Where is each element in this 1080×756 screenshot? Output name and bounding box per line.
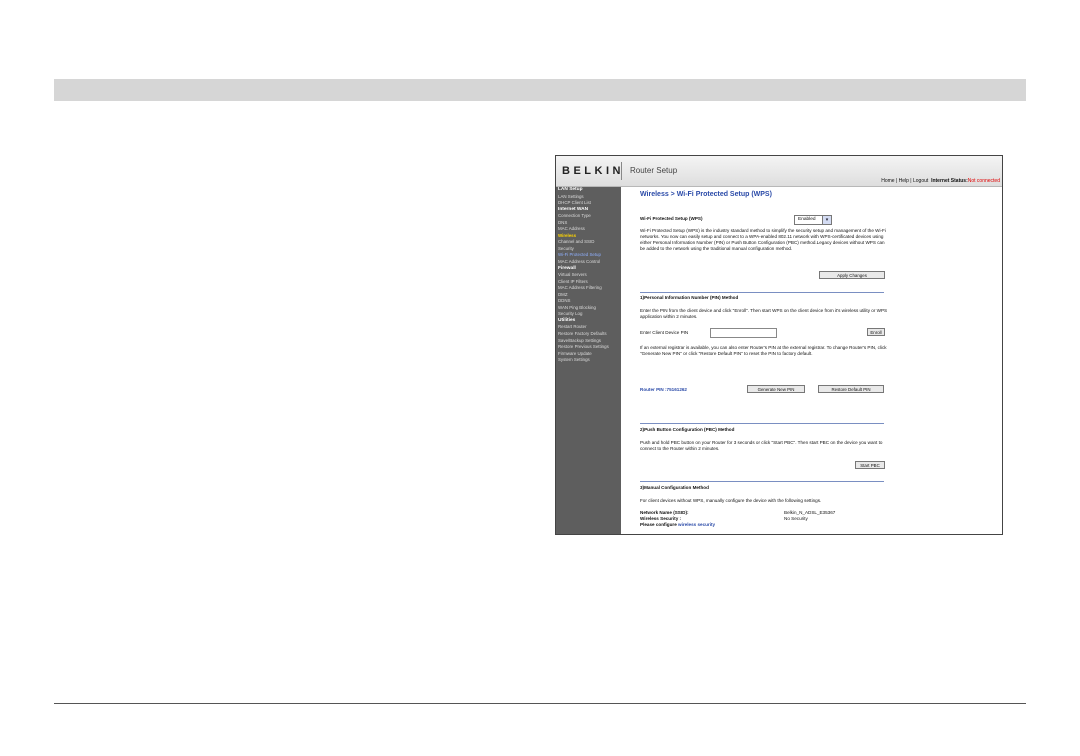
wps-label: Wi-Fi Protected Setup (WPS) (640, 216, 703, 221)
product-name: Router Setup (630, 166, 678, 175)
wps-select-value: Enabled (798, 217, 816, 222)
divider (640, 292, 884, 293)
client-pin-input[interactable] (710, 328, 777, 338)
wps-select[interactable]: Enabled ▾ (794, 215, 832, 225)
divider (640, 481, 884, 482)
security-value: No Security (784, 516, 808, 521)
pbc-section-title: 2)Push Button Configuration (PBC) Method (640, 427, 735, 432)
internet-status-label: Internet Status: (931, 178, 968, 184)
enroll-button[interactable]: Enroll (867, 328, 885, 336)
pin-description: Enter the PIN from the client device and… (640, 308, 888, 319)
wps-description: Wi-Fi Protected Setup (WPS) is the indus… (640, 228, 886, 251)
generate-new-pin-button[interactable]: Generate New PIN (747, 385, 805, 393)
wireless-security-link[interactable]: wireless security (678, 522, 715, 527)
router-pin: Router PIN :75161262 (640, 387, 687, 392)
home-link[interactable]: Home (881, 178, 894, 184)
manual-description: For client devices without WPS, manually… (640, 498, 822, 503)
pin-section-title: 1)Personal Information Number (PIN) Meth… (640, 295, 739, 300)
registrar-description: If an external registrar is available, y… (640, 345, 887, 356)
client-pin-label: Enter Client Device PIN (640, 330, 689, 335)
internet-status-value: Not connected (967, 178, 1000, 184)
sidebar-nav: LAN Setup LAN Settings DHCP Client List Int… (556, 187, 621, 534)
router-screenshot: BELKIN Router Setup Home | Help | Logout… (555, 155, 1003, 535)
sidebar-item[interactable]: System Settings (556, 357, 621, 364)
router-pin-value: 75161262 (666, 387, 687, 392)
pbc-description: Push and hold PBC button on your Router … (640, 440, 883, 451)
help-link[interactable]: Help (899, 178, 909, 184)
divider (640, 423, 884, 424)
page-header-bar (54, 79, 1026, 101)
restore-default-pin-button[interactable]: Restore Default PIN (818, 385, 884, 393)
page-title: Wireless > Wi-Fi Protected Setup (WPS) (640, 191, 772, 198)
top-links: Home | Help | Logout Internet Status:Not… (881, 178, 1000, 184)
router-header: BELKIN Router Setup Home | Help | Logout… (556, 156, 1002, 187)
belkin-logo: BELKIN (562, 165, 624, 177)
apply-changes-button[interactable]: Apply Changes (819, 271, 885, 279)
chevron-down-icon[interactable]: ▾ (822, 216, 831, 224)
main-content: Wireless > Wi-Fi Protected Setup (WPS) W… (622, 187, 1002, 534)
logo-divider (621, 162, 622, 180)
configure-note: Please configure wireless security (640, 522, 716, 527)
logout-link[interactable]: Logout (913, 178, 928, 184)
page-footer-rule (54, 703, 1026, 704)
start-pbc-button[interactable]: Start PBC (855, 461, 885, 469)
manual-section-title: 3)Manual Configuration Method (640, 485, 709, 490)
